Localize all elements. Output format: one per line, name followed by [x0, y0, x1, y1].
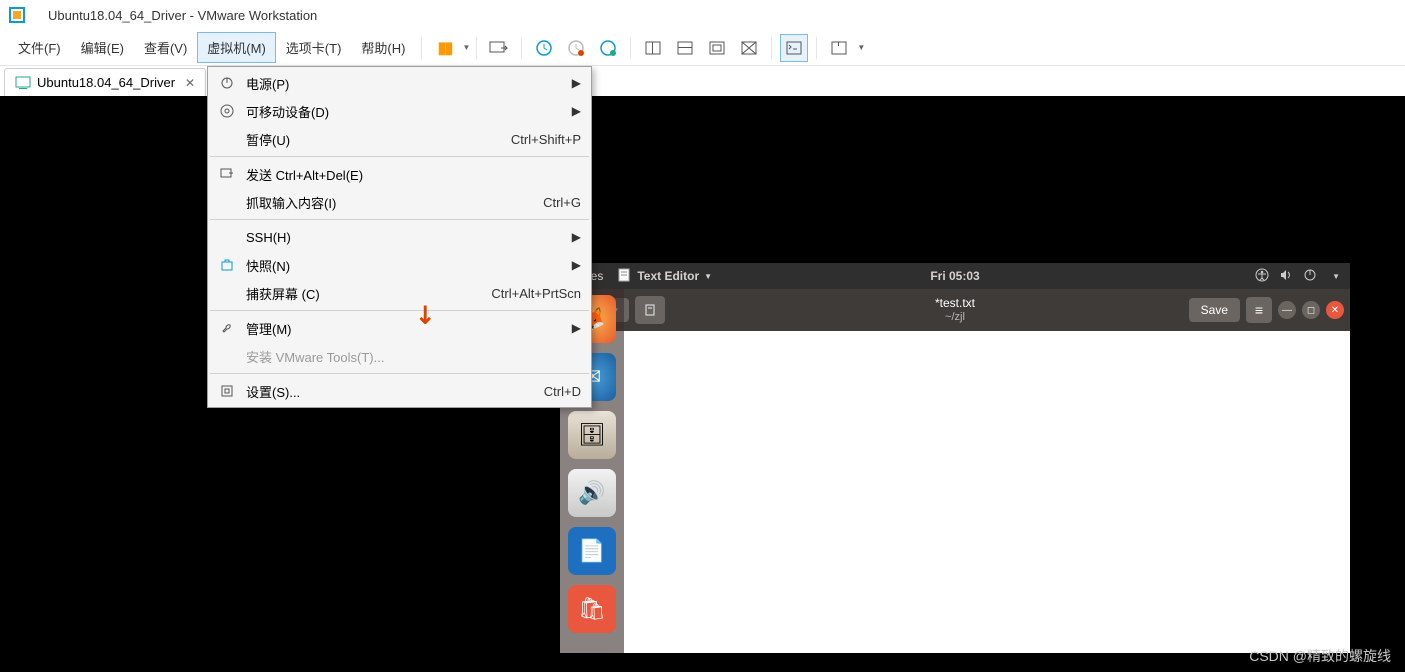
- save-button[interactable]: Save: [1189, 298, 1240, 322]
- stretch-button[interactable]: [825, 34, 853, 62]
- menu-edit[interactable]: 编辑(E): [71, 32, 134, 63]
- separator: [816, 37, 817, 59]
- console-button[interactable]: [780, 34, 808, 62]
- submenu-arrow-icon: ▶: [572, 104, 581, 118]
- submenu-arrow-icon: ▶: [572, 321, 581, 335]
- title-bar: Ubuntu18.04_64_Driver - VMware Workstati…: [0, 0, 1405, 30]
- separator: [771, 37, 772, 59]
- menu-power[interactable]: 电源(P) ▶: [210, 69, 589, 97]
- fit-window-button[interactable]: [671, 34, 699, 62]
- window-close-button[interactable]: ✕: [1326, 301, 1344, 319]
- separator: [476, 37, 477, 59]
- watermark-text: CSDN @精致的螺旋线: [1249, 646, 1391, 666]
- separator: [521, 37, 522, 59]
- ubuntu-software-icon[interactable]: 🛍: [568, 585, 616, 633]
- system-tray[interactable]: ▼: [1255, 268, 1340, 285]
- wrench-icon: [216, 321, 238, 335]
- menu-settings[interactable]: 设置(S)... Ctrl+D: [210, 377, 589, 405]
- stretch-dropdown-icon[interactable]: ▼: [857, 43, 865, 52]
- submenu-arrow-icon: ▶: [572, 258, 581, 272]
- text-editor-icon: [617, 268, 631, 285]
- hamburger-menu-button[interactable]: ≡: [1246, 297, 1272, 323]
- vm-menu-dropdown: 电源(P) ▶ 可移动设备(D) ▶ 暂停(U) Ctrl+Shift+P 发送…: [207, 66, 592, 408]
- menu-removable-devices[interactable]: 可移动设备(D) ▶: [210, 97, 589, 125]
- menu-grab-input[interactable]: 抓取输入内容(I) Ctrl+G: [210, 188, 589, 216]
- window-maximize-button[interactable]: ◻: [1302, 301, 1320, 319]
- power-icon[interactable]: [1303, 268, 1317, 285]
- vm-tab-icon: [15, 76, 31, 90]
- menu-help[interactable]: 帮助(H): [351, 32, 415, 63]
- menu-send-cad[interactable]: 发送 Ctrl+Alt+Del(E): [210, 160, 589, 188]
- snapshot-manage-button[interactable]: [594, 34, 622, 62]
- snapshot-take-button[interactable]: [530, 34, 558, 62]
- pause-button[interactable]: ▮▮: [430, 34, 458, 62]
- window-title: Ubuntu18.04_64_Driver - VMware Workstati…: [48, 8, 317, 23]
- libreoffice-writer-icon[interactable]: 📄: [568, 527, 616, 575]
- files-icon[interactable]: 🗄: [568, 411, 616, 459]
- gnome-top-bar[interactable]: tivities Text Editor ▼ Fri 05:03 ▼: [560, 263, 1350, 289]
- menu-view[interactable]: 查看(V): [134, 32, 197, 63]
- app-menu-arrow-icon[interactable]: ▼: [704, 272, 712, 281]
- text-editor-area[interactable]: [560, 331, 1350, 653]
- menu-separator: [210, 219, 589, 220]
- menu-separator: [210, 310, 589, 311]
- vm-tab[interactable]: Ubuntu18.04_64_Driver ✕: [4, 68, 206, 96]
- menu-ssh[interactable]: SSH(H) ▶: [210, 223, 589, 251]
- vmware-logo-icon: [8, 6, 26, 24]
- submenu-arrow-icon: ▶: [572, 230, 581, 244]
- pause-dropdown-icon[interactable]: ▼: [462, 43, 470, 52]
- snapshot-revert-button[interactable]: [562, 34, 590, 62]
- power-icon: [216, 76, 238, 90]
- vm-tab-label: Ubuntu18.04_64_Driver: [37, 75, 175, 90]
- tray-arrow-icon[interactable]: ▼: [1332, 272, 1340, 281]
- fullscreen-button[interactable]: [735, 34, 763, 62]
- menu-separator: [210, 156, 589, 157]
- menu-bar: 文件(F) 编辑(E) 查看(V) 虚拟机(M) 选项卡(T) 帮助(H) ▮▮…: [0, 30, 1405, 66]
- tab-close-icon[interactable]: ✕: [185, 76, 195, 90]
- send-cad-button[interactable]: [485, 34, 513, 62]
- rhythmbox-icon[interactable]: 🔊: [568, 469, 616, 517]
- snapshot-icon: [216, 258, 238, 272]
- ubuntu-desktop: tivities Text Editor ▼ Fri 05:03 ▼ Open▼…: [560, 263, 1350, 653]
- unity-button[interactable]: [703, 34, 731, 62]
- menu-pause[interactable]: 暂停(U) Ctrl+Shift+P: [210, 125, 589, 153]
- separator: [421, 37, 422, 59]
- settings-icon: [216, 384, 238, 398]
- new-document-button[interactable]: [635, 296, 665, 324]
- disc-icon: [216, 104, 238, 118]
- fit-guest-button[interactable]: [639, 34, 667, 62]
- submenu-arrow-icon: ▶: [572, 76, 581, 90]
- menu-vm[interactable]: 虚拟机(M): [197, 32, 276, 63]
- menu-install-vmware-tools: 安装 VMware Tools(T)...: [210, 342, 589, 370]
- clock-label[interactable]: Fri 05:03: [930, 269, 979, 283]
- send-icon: [216, 168, 238, 180]
- window-minimize-button[interactable]: —: [1278, 301, 1296, 319]
- a11y-icon[interactable]: [1255, 268, 1269, 285]
- app-name-label[interactable]: Text Editor: [637, 269, 699, 283]
- menu-capture-screen[interactable]: 捕获屏幕 (C) Ctrl+Alt+PrtScn: [210, 279, 589, 307]
- menu-separator: [210, 373, 589, 374]
- menu-tabs[interactable]: 选项卡(T): [276, 32, 352, 63]
- menu-snapshot[interactable]: 快照(N) ▶: [210, 251, 589, 279]
- menu-manage[interactable]: 管理(M) ▶: [210, 314, 589, 342]
- separator: [630, 37, 631, 59]
- gedit-header-bar: Open▼ *test.txt ~/zjl Save ≡ — ◻ ✕: [560, 289, 1350, 331]
- menu-file[interactable]: 文件(F): [8, 32, 71, 63]
- document-title: *test.txt ~/zjl: [935, 296, 975, 325]
- volume-icon[interactable]: [1279, 268, 1293, 285]
